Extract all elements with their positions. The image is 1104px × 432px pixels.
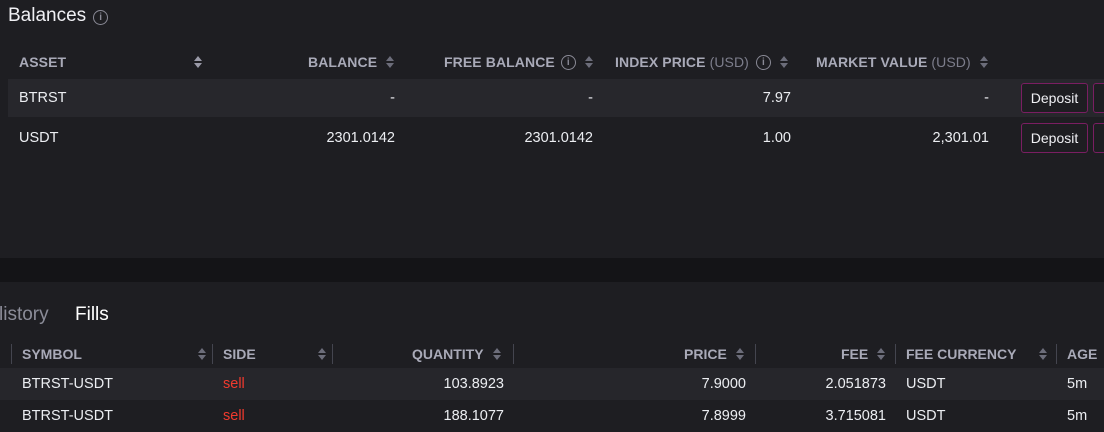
price-cell: 7.8999 — [701, 408, 746, 424]
balances-title: Balances i — [8, 5, 109, 27]
free-balance-cell: - — [588, 90, 593, 106]
col-side-header[interactable]: SIDE — [223, 340, 256, 368]
tab-fills[interactable]: Fills — [75, 304, 109, 326]
price-cell: 7.9000 — [701, 376, 746, 392]
balance-cell: - — [390, 90, 395, 106]
asset-cell: BTRST — [19, 90, 67, 106]
symbol-cell: BTRST-USDT — [22, 408, 114, 424]
tab-history[interactable]: listory — [0, 304, 49, 326]
col-balance-header[interactable]: BALANCE — [308, 45, 395, 79]
fee-currency-cell: USDT — [906, 376, 946, 392]
col-price-label: PRICE — [684, 346, 727, 362]
info-icon[interactable]: i — [560, 54, 576, 70]
sort-icon[interactable] — [197, 346, 207, 362]
table-row: BTRST-USDT sell 103.8923 7.9000 2.051873… — [0, 368, 1104, 400]
sort-icon[interactable] — [876, 346, 886, 362]
sort-icon[interactable] — [317, 346, 327, 362]
col-balance-label: BALANCE — [308, 54, 378, 70]
deposit-button[interactable]: Deposit — [1021, 83, 1088, 113]
column-divider — [895, 344, 896, 364]
column-divider — [332, 344, 333, 364]
deposit-button[interactable]: Deposit — [1021, 123, 1088, 153]
col-asset-sort[interactable] — [185, 45, 203, 79]
quantity-cell: 103.8923 — [443, 376, 504, 392]
panel-divider — [0, 258, 1104, 282]
col-asset-label: ASSET — [19, 54, 67, 70]
symbol-cell: BTRST-USDT — [22, 376, 114, 392]
col-fee-currency-header[interactable]: FEE CURRENCY — [906, 340, 1016, 368]
asset-cell: USDT — [19, 130, 59, 146]
col-quantity-label: QUANTITY — [412, 346, 484, 362]
col-fee-currency-sort[interactable] — [1030, 340, 1048, 368]
quantity-cell: 188.1077 — [443, 408, 504, 424]
withdraw-button[interactable] — [1093, 83, 1104, 113]
column-divider — [11, 344, 12, 364]
withdraw-button[interactable] — [1093, 123, 1104, 153]
col-age-header[interactable]: AGE — [1067, 340, 1097, 368]
sort-icon[interactable] — [492, 346, 502, 362]
col-symbol-sort[interactable] — [189, 340, 207, 368]
age-cell: 5m — [1067, 376, 1088, 392]
fee-cell: 3.715081 — [825, 408, 886, 424]
col-index-price-unit: (USD) — [709, 54, 749, 70]
index-price-cell: 7.97 — [762, 90, 791, 106]
col-quantity-header[interactable]: QUANTITY — [412, 340, 502, 368]
col-fee-header[interactable]: FEE — [841, 340, 886, 368]
col-age-label: AGE — [1067, 346, 1098, 362]
col-index-price-header[interactable]: INDEX PRICE (USD) i — [615, 45, 789, 79]
index-price-cell: 1.00 — [762, 130, 791, 146]
sort-icon[interactable] — [584, 54, 594, 70]
table-row: USDT 2301.0142 2301.0142 1.00 2,301.01 D… — [8, 119, 1104, 157]
free-balance-cell: 2301.0142 — [524, 130, 593, 146]
market-value-cell: 2,301.01 — [932, 130, 989, 146]
balance-cell: 2301.0142 — [326, 130, 395, 146]
table-row: BTRST-USDT sell 188.1077 7.8999 3.715081… — [0, 400, 1104, 432]
fee-currency-cell: USDT — [906, 408, 946, 424]
market-value-cell: - — [984, 90, 989, 106]
col-fee-label: FEE — [841, 346, 869, 362]
col-symbol-label: SYMBOL — [22, 346, 82, 362]
col-market-value-unit: (USD) — [931, 54, 971, 70]
col-fee-currency-label: FEE CURRENCY — [906, 346, 1017, 362]
info-icon[interactable]: i — [93, 9, 109, 25]
side-cell: sell — [223, 408, 245, 424]
col-asset-header[interactable]: ASSET — [19, 45, 66, 79]
col-symbol-header[interactable]: SYMBOL — [22, 340, 82, 368]
sort-icon[interactable] — [1038, 346, 1048, 362]
column-divider — [1056, 344, 1057, 364]
side-cell: sell — [223, 376, 245, 392]
col-index-price-label: INDEX PRICE — [615, 54, 706, 70]
info-icon[interactable]: i — [755, 54, 771, 70]
sort-icon[interactable] — [193, 54, 203, 70]
sort-icon[interactable] — [979, 54, 989, 70]
sort-icon[interactable] — [385, 54, 395, 70]
sort-icon[interactable] — [735, 346, 745, 362]
col-price-header[interactable]: PRICE — [684, 340, 745, 368]
col-market-value-header[interactable]: MARKET VALUE (USD) — [816, 45, 989, 79]
fee-cell: 2.051873 — [825, 376, 886, 392]
col-free-balance-label: FREE BALANCE — [444, 54, 555, 70]
col-free-balance-header[interactable]: FREE BALANCE i — [444, 45, 594, 79]
column-divider — [513, 344, 514, 364]
column-divider — [755, 344, 756, 364]
col-market-value-label: MARKET VALUE — [816, 54, 928, 70]
col-side-sort[interactable] — [309, 340, 327, 368]
col-side-label: SIDE — [223, 346, 256, 362]
sort-icon[interactable] — [779, 54, 789, 70]
balances-title-text: Balances — [8, 5, 87, 26]
column-divider — [212, 344, 213, 364]
age-cell: 5m — [1067, 408, 1088, 424]
table-row: BTRST - - 7.97 - Deposit — [8, 79, 1104, 117]
